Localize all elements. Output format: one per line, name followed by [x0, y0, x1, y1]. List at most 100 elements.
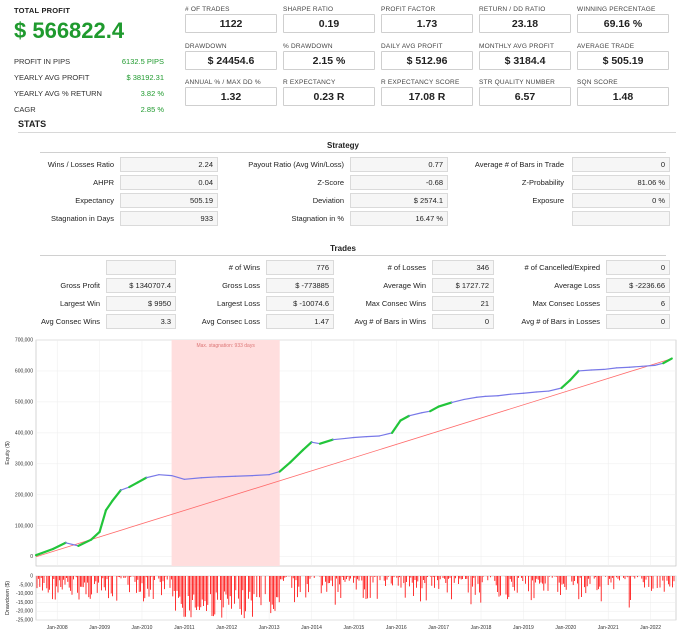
metric-card: AVERAGE TRADE $ 505.19: [577, 43, 669, 70]
metric-card: ANNUAL % / MAX DD % 1.32: [185, 79, 277, 106]
x-tick-label: Jan-2011: [174, 625, 195, 631]
metric-label: STR QUALITY NUMBER: [479, 79, 556, 86]
strategy-label: Deviation: [312, 196, 344, 205]
strategy-value: 0 %: [572, 193, 670, 208]
trades-label: Avg Consec Wins: [40, 317, 100, 326]
strategy-value: 933: [120, 211, 218, 226]
metric-value: $ 512.96: [381, 51, 473, 70]
metric-value: 17.08 R: [381, 87, 473, 106]
strategy-value: 0: [572, 157, 670, 172]
trades-label: Max Consec Losses: [532, 299, 600, 308]
total-profit-panel: TOTAL PROFIT $ 566822.4 PROFIT IN PIPS 61…: [14, 6, 164, 114]
equity-ytick: 0: [30, 554, 33, 560]
total-profit-value: $ 566822.4: [14, 18, 125, 43]
strategy-label: Stagnation in %: [291, 214, 344, 223]
equity-segment: [234, 475, 253, 477]
strategy-title: Strategy: [326, 141, 359, 150]
strategy-value: 16.47 %: [350, 211, 448, 226]
x-tick-label: Jan-2008: [47, 625, 68, 631]
trades-value: 0: [606, 314, 670, 329]
trades-label: # of Cancelled/Expired: [524, 263, 600, 272]
metric-label: DAILY AVG PROFIT: [381, 43, 443, 50]
metric-value: $ 3184.4: [479, 51, 571, 70]
trades-value: 346: [432, 260, 494, 275]
x-tick-label: Jan-2014: [301, 625, 322, 631]
equity-plot-frame: [35, 339, 677, 567]
metric-card: MONTHLY AVG PROFIT $ 3184.4: [479, 43, 571, 70]
stagnation-band: [171, 340, 280, 566]
stats-header: STATS: [18, 119, 47, 129]
profit-row-label: YEARLY AVG PROFIT: [14, 72, 90, 82]
metric-card: SQN SCORE 1.48: [577, 79, 669, 106]
strategy-label: Payout Ratio (Avg Win/Loss): [248, 160, 344, 169]
trades-value: 3.3: [106, 314, 176, 329]
x-tick-label: Jan-2017: [428, 625, 449, 631]
metric-card: % DRAWDOWN 2.15 %: [283, 43, 375, 70]
profit-row-value: 2.85 %: [140, 104, 164, 114]
x-tick-label: Jan-2015: [343, 625, 364, 631]
metric-card: SHARPE RATIO 0.19: [283, 6, 375, 33]
trades-label: Largest Win: [59, 299, 100, 308]
drawdown-ytick: -5,000: [19, 582, 33, 588]
metric-value: 0.19: [283, 14, 375, 33]
equity-segment: [590, 368, 605, 371]
metric-label: # OF TRADES: [185, 6, 230, 13]
strategy-value: 505.19: [120, 193, 218, 208]
metric-label: R EXPECTANCY SCORE: [381, 79, 460, 86]
strategy-value: 0.77: [350, 157, 448, 172]
metric-label: R EXPECTANCY: [283, 79, 336, 86]
x-tick-label: Jan-2012: [216, 625, 237, 631]
metric-label: WINNING PERCENTAGE: [577, 6, 656, 13]
drawdown-ytick: -15,000: [16, 600, 33, 606]
metric-card: DRAWDOWN $ 24454.6: [185, 43, 277, 70]
trades-label: Largest Loss: [217, 299, 260, 308]
strategy-value: 2.24: [120, 157, 218, 172]
x-tick-label: Jan-2010: [132, 625, 153, 631]
equity-ytick: 200,000: [15, 492, 33, 498]
x-tick-label: Jan-2022: [640, 625, 661, 631]
trades-label: Avg # of Bars in Losses: [521, 317, 600, 326]
trades-value: $ -10074.6: [266, 296, 334, 311]
metric-card: R EXPECTANCY 0.23 R: [283, 79, 375, 106]
metric-value: $ 24454.6: [185, 51, 277, 70]
strategy-value: 0.04: [120, 175, 218, 190]
strategy-label: Expectancy: [75, 196, 114, 205]
strategy-label: Stagnation in Days: [51, 214, 114, 223]
metric-value: 1.48: [577, 87, 669, 106]
metric-label: SQN SCORE: [577, 79, 618, 86]
profit-summary: PROFIT IN PIPS 6132.5 PIPS YEARLY AVG PRO…: [14, 53, 164, 117]
total-profit-title: TOTAL PROFIT: [14, 6, 71, 15]
trades-value: [106, 260, 176, 275]
equity-ytick: 400,000: [15, 430, 33, 436]
metric-card: # OF TRADES 1122: [185, 6, 277, 33]
metric-label: SHARPE RATIO: [283, 6, 334, 13]
metric-card: R EXPECTANCY SCORE 17.08 R: [381, 79, 473, 106]
x-tick-label: Jan-2020: [555, 625, 576, 631]
strategy-value: [572, 211, 670, 226]
trades-label: Average Win: [383, 281, 426, 290]
trades-label: # of Wins: [228, 263, 260, 272]
strategy-label: Exposure: [532, 196, 564, 205]
metric-label: % DRAWDOWN: [283, 43, 333, 50]
strategy-divider: [40, 152, 666, 153]
trades-value: 776: [266, 260, 334, 275]
trades-value: 1.47: [266, 314, 334, 329]
x-tick-label: Jan-2019: [513, 625, 534, 631]
trades-label: Avg # of Bars in Wins: [354, 317, 426, 326]
trades-value: 0: [606, 260, 670, 275]
metric-value: 0.23 R: [283, 87, 375, 106]
trades-label: Avg Consec Loss: [201, 317, 260, 326]
strategy-value: 81.06 %: [572, 175, 670, 190]
trades-value: 21: [432, 296, 494, 311]
x-tick-label: Jan-2009: [89, 625, 110, 631]
x-tick-label: Jan-2013: [259, 625, 280, 631]
trades-label: Gross Profit: [60, 281, 100, 290]
equity-chart-area: Max. stagnation: 933 days 700,000 600,000 5…: [0, 334, 686, 637]
trades-value: 0: [432, 314, 494, 329]
metric-label: RETURN / DD RATIO: [479, 6, 546, 13]
equity-segment: [484, 395, 499, 397]
drawdown-ylabel: Drawdown ($): [5, 581, 11, 615]
profit-row-value: $ 38192.31: [126, 72, 164, 82]
profit-row-label: CAGR: [14, 104, 36, 114]
metric-label: AVERAGE TRADE: [577, 43, 635, 50]
